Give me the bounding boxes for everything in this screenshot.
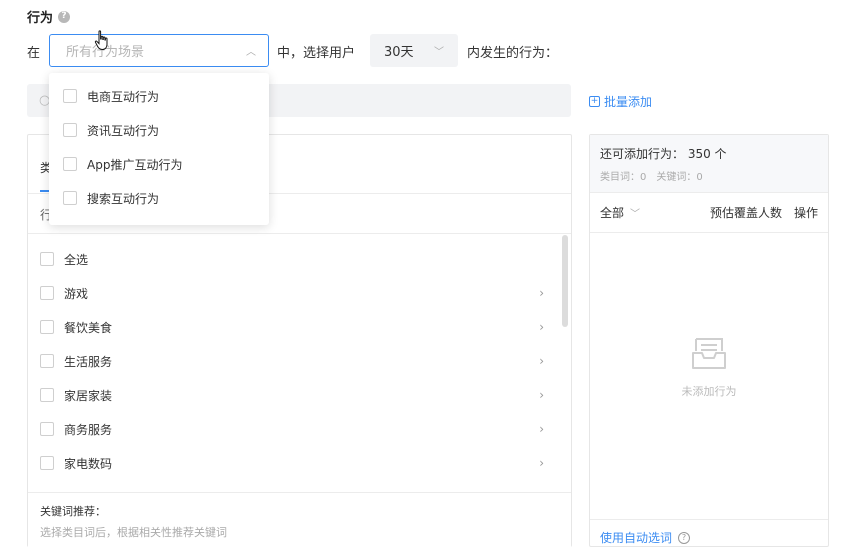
selected-summary: 还可添加行为： 350 个 类目词：0 关键词：0 <box>590 135 828 193</box>
scene-dropdown-menu: 电商互动行为 资讯互动行为 App推广互动行为 搜索互动行为 <box>49 73 269 225</box>
col-coverage: 预估覆盖人数 <box>709 206 782 220</box>
checkbox[interactable] <box>40 388 54 402</box>
checkbox[interactable] <box>40 354 54 368</box>
category-row-select-all[interactable]: 全选 <box>28 242 568 276</box>
scene-option-label: 资讯互动行为 <box>87 123 160 138</box>
batch-add-button[interactable]: + 批量添加 <box>589 93 652 110</box>
scene-option-label: 电商互动行为 <box>87 89 160 104</box>
checkbox[interactable] <box>40 320 54 334</box>
chevron-up-icon: ︿ <box>246 47 256 58</box>
checkbox[interactable] <box>63 89 77 103</box>
scene-option[interactable]: 电商互动行为 <box>49 79 269 113</box>
scene-select[interactable]: 所有行为场景 ︿ <box>49 34 269 67</box>
checkbox[interactable] <box>40 252 54 266</box>
filter-suffix: 内发生的行为： <box>467 46 559 61</box>
checkbox[interactable] <box>63 157 77 171</box>
selected-behavior-panel: 还可添加行为： 350 个 类目词：0 关键词：0 全部 ﹀ 预估覆盖人数 操作… <box>589 134 829 547</box>
checkbox[interactable] <box>40 422 54 436</box>
keyword-title: 关键词推荐： <box>40 505 106 518</box>
scene-option-label: 搜索互动行为 <box>87 191 160 206</box>
category-label: 商务服务 <box>64 422 113 437</box>
category-scrollbar[interactable] <box>562 235 568 327</box>
category-row[interactable]: 游戏 › <box>28 276 568 310</box>
filter-prefix: 在 <box>27 46 41 61</box>
scene-option[interactable]: 资讯互动行为 <box>49 113 269 147</box>
auto-select-link[interactable]: 使用自动选词 <box>600 529 672 546</box>
category-label: 家电数码 <box>64 456 113 471</box>
chevron-down-icon: ﹀ <box>434 47 444 58</box>
chevron-down-icon: ﹀ <box>630 209 641 220</box>
category-row[interactable]: 商务服务 › <box>28 412 568 446</box>
empty-text: 未添加行为 <box>681 385 737 398</box>
chevron-right-icon[interactable]: › <box>539 320 544 334</box>
checkbox[interactable] <box>40 286 54 300</box>
category-label: 游戏 <box>64 286 89 301</box>
category-label: 家居家装 <box>64 388 113 403</box>
days-select-value: 30天 <box>384 45 414 60</box>
empty-state: 未添加行为 <box>590 335 828 399</box>
inbox-empty-icon <box>692 338 726 369</box>
col-operation: 操作 <box>793 206 818 220</box>
filter-all-dropdown[interactable]: 全部 ﹀ <box>600 204 640 221</box>
chevron-right-icon[interactable]: › <box>539 456 544 470</box>
category-list: 全选 游戏 › 餐饮美食 › 生活服务 › 家居家装 › 商务服务 › 家电数码… <box>28 242 568 480</box>
checkbox[interactable] <box>63 191 77 205</box>
keyword-recommendation: 关键词推荐： 选择类目词后，根据相关性推荐关键词 <box>28 492 571 547</box>
days-select[interactable]: 30天 ﹀ <box>370 34 458 67</box>
chevron-right-icon[interactable]: › <box>539 354 544 368</box>
chevron-right-icon[interactable]: › <box>539 286 544 300</box>
filter-all-label: 全部 <box>600 206 625 220</box>
chevron-right-icon[interactable]: › <box>539 388 544 402</box>
selected-table-header: 全部 ﹀ 预估覆盖人数 操作 <box>590 193 828 233</box>
scene-option[interactable]: 搜索互动行为 <box>49 181 269 215</box>
checkbox[interactable] <box>63 123 77 137</box>
filter-middle: 中，选择用户 <box>277 46 356 61</box>
batch-add-icon: + <box>589 96 600 107</box>
category-label: 全选 <box>64 252 89 267</box>
help-icon[interactable]: ? <box>58 10 71 23</box>
category-label: 生活服务 <box>64 354 113 369</box>
selected-counts: 类目词：0 关键词：0 <box>600 168 818 183</box>
category-row[interactable]: 家居家装 › <box>28 378 568 412</box>
category-row[interactable]: 餐饮美食 › <box>28 310 568 344</box>
remaining-count: 还可添加行为： 350 个 <box>600 147 727 161</box>
checkbox[interactable] <box>40 456 54 470</box>
chevron-right-icon[interactable]: › <box>539 422 544 436</box>
keyword-count: 关键词：0 <box>656 172 703 183</box>
category-row[interactable]: 家电数码 › <box>28 446 568 480</box>
section-title-text: 行为 <box>27 11 54 26</box>
batch-add-label: 批量添加 <box>604 95 653 109</box>
auto-select-footer: 使用自动选词 ? <box>590 519 828 547</box>
question-icon[interactable]: ? <box>678 531 691 544</box>
category-row[interactable]: 生活服务 › <box>28 344 568 378</box>
section-title: 行为 ? <box>27 7 71 26</box>
scene-option-label: App推广互动行为 <box>87 157 183 172</box>
category-label: 餐饮美食 <box>64 320 113 335</box>
scene-option[interactable]: App推广互动行为 <box>49 147 269 181</box>
keyword-hint: 选择类目词后，根据相关性推荐关键词 <box>40 526 227 539</box>
category-word-count: 类目词：0 <box>600 172 647 183</box>
hand-cursor-icon <box>94 30 108 51</box>
